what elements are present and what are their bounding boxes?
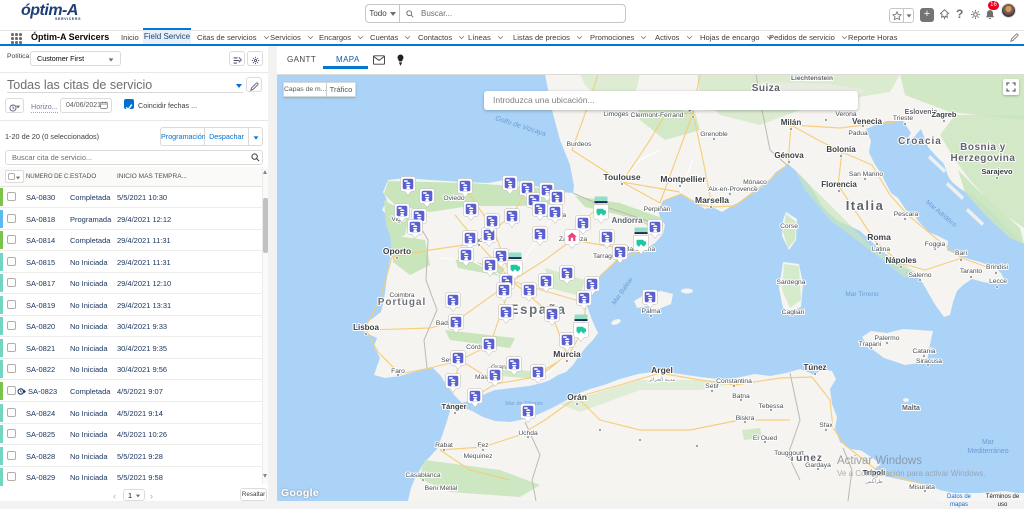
svg-text:مدينة الجزائر: مدينة الجزائر bbox=[648, 377, 676, 383]
svg-text:Grenoble: Grenoble bbox=[700, 131, 728, 138]
svg-text:Tebessa: Tebessa bbox=[759, 403, 784, 410]
svg-text:Burdeos: Burdeos bbox=[567, 141, 593, 148]
svg-text:Andorra: Andorra bbox=[611, 216, 643, 225]
svg-text:Perpiñán: Perpiñán bbox=[644, 206, 671, 213]
svg-text:Sardegna: Sardegna bbox=[776, 279, 805, 286]
svg-text:Bosnia y: Bosnia y bbox=[960, 142, 1006, 153]
svg-text:Brindisi: Brindisi bbox=[986, 264, 1008, 271]
svg-text:Gardaya: Gardaya bbox=[805, 462, 831, 469]
svg-text:طرابلس: طرابلس bbox=[865, 479, 883, 485]
svg-text:Lisboa: Lisboa bbox=[353, 323, 379, 332]
svg-text:Latina: Latina bbox=[872, 246, 891, 253]
svg-text:Fez: Fez bbox=[477, 442, 489, 449]
svg-text:Mar: Mar bbox=[982, 439, 995, 446]
svg-text:Pescara: Pescara bbox=[894, 211, 919, 218]
svg-text:Roma: Roma bbox=[867, 232, 891, 242]
svg-text:Cagliari: Cagliari bbox=[782, 309, 805, 316]
svg-text:Orán: Orán bbox=[567, 392, 587, 402]
svg-text:Zagreb: Zagreb bbox=[931, 110, 956, 119]
svg-text:Casablanca: Casablanca bbox=[405, 472, 441, 479]
svg-text:Milán: Milán bbox=[781, 118, 802, 127]
svg-text:Toulouse: Toulouse bbox=[603, 172, 640, 182]
svg-text:Croacia: Croacia bbox=[898, 136, 942, 147]
svg-text:Génova: Génova bbox=[774, 151, 804, 160]
svg-text:Tánger: Tánger bbox=[441, 402, 466, 411]
svg-text:Mónaco: Mónaco bbox=[743, 179, 767, 186]
svg-text:Corse: Corse bbox=[780, 223, 798, 230]
svg-text:Argel: Argel bbox=[651, 365, 673, 375]
svg-text:Batna: Batna bbox=[732, 393, 750, 400]
svg-text:Trapani: Trapani bbox=[859, 341, 882, 348]
svg-text:Palma: Palma bbox=[642, 308, 661, 315]
svg-text:Salerno: Salerno bbox=[908, 272, 931, 279]
svg-text:Faro: Faro bbox=[391, 368, 405, 375]
svg-text:Aix-en-Provence: Aix-en-Provence bbox=[708, 186, 758, 193]
svg-text:Herzegovina: Herzegovina bbox=[951, 153, 1016, 164]
svg-text:Rabat: Rabat bbox=[435, 442, 453, 449]
svg-text:Nápoles: Nápoles bbox=[885, 256, 917, 265]
svg-text:Mar Tirreno: Mar Tirreno bbox=[845, 291, 879, 298]
svg-text:Touggourt: Touggourt bbox=[774, 450, 804, 457]
svg-text:Foggia: Foggia bbox=[925, 241, 946, 248]
svg-text:Siracusa: Siracusa bbox=[916, 358, 942, 365]
svg-text:Bolonia: Bolonia bbox=[826, 145, 856, 154]
svg-text:Oporto: Oporto bbox=[383, 246, 411, 256]
svg-text:San Marino: San Marino bbox=[849, 171, 883, 178]
svg-text:Malta: Malta bbox=[902, 405, 920, 412]
svg-text:Padua: Padua bbox=[848, 130, 868, 137]
svg-text:Túnez: Túnez bbox=[803, 363, 826, 372]
svg-text:Marsella: Marsella bbox=[695, 195, 729, 205]
svg-text:Montpellier: Montpellier bbox=[660, 174, 706, 184]
svg-text:Liechtenstein: Liechtenstein bbox=[791, 75, 833, 82]
svg-text:El Oued: El Oued bbox=[753, 435, 777, 442]
svg-text:Trieste: Trieste bbox=[893, 115, 913, 122]
svg-text:Uchda: Uchda bbox=[518, 430, 538, 437]
svg-text:Italia: Italia bbox=[846, 198, 885, 213]
svg-text:Mequinez: Mequinez bbox=[464, 453, 494, 460]
svg-text:Lecce: Lecce bbox=[989, 278, 1007, 285]
svg-text:Clermont-Ferrand: Clermont-Ferrand bbox=[631, 112, 684, 119]
svg-text:Verona: Verona bbox=[835, 111, 856, 118]
svg-text:Oviedo: Oviedo bbox=[443, 195, 464, 202]
svg-text:Bari: Bari bbox=[955, 250, 967, 257]
svg-text:Sarajevo: Sarajevo bbox=[981, 167, 1013, 176]
svg-text:Sfax: Sfax bbox=[819, 422, 833, 429]
svg-text:Florencia: Florencia bbox=[821, 180, 857, 189]
svg-text:Beni Mellal: Beni Mellal bbox=[425, 485, 458, 492]
svg-text:Coimbra: Coimbra bbox=[389, 292, 415, 299]
svg-text:Constantina: Constantina bbox=[716, 378, 752, 385]
svg-text:Mediterráneo: Mediterráneo bbox=[967, 448, 1008, 455]
svg-text:Taranto: Taranto bbox=[960, 268, 983, 275]
svg-text:Venecia: Venecia bbox=[852, 117, 882, 126]
svg-text:Limoges: Limoges bbox=[603, 111, 629, 118]
svg-text:Misurata: Misurata bbox=[909, 484, 935, 491]
svg-text:Catania: Catania bbox=[912, 348, 935, 355]
svg-text:Biskra: Biskra bbox=[736, 415, 755, 422]
